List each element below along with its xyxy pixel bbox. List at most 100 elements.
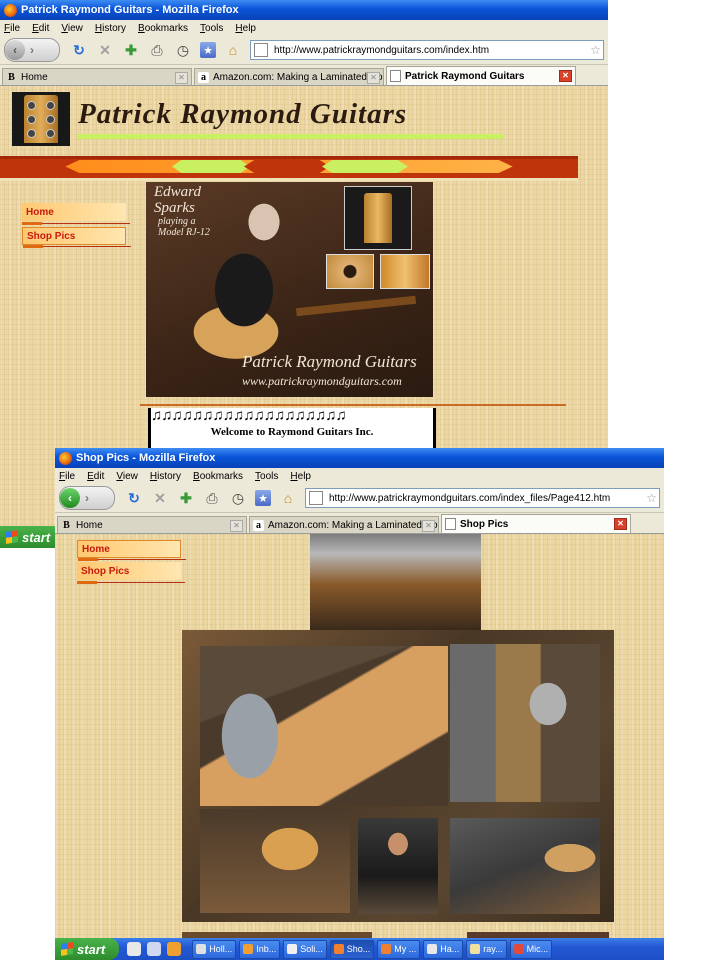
menu-view[interactable]: View — [116, 471, 138, 482]
tab-close-icon[interactable]: ✕ — [367, 72, 380, 84]
menu-file[interactable]: File — [59, 471, 75, 482]
tab-favicon: B — [8, 71, 15, 83]
browser-window-front: Shop Pics - Mozilla Firefox File Edit Vi… — [55, 448, 664, 960]
amazon-icon: a — [198, 71, 209, 83]
start-button[interactable]: start — [0, 526, 55, 548]
soundhole-inset-photo — [326, 254, 374, 289]
start-label: start — [22, 529, 51, 545]
title-bar[interactable]: Patrick Raymond Guitars - Mozilla Firefo… — [0, 0, 608, 20]
add-bookmark-icon[interactable]: ✚ — [177, 489, 195, 507]
address-bar[interactable]: http://www.patrickraymondguitars.com/ind… — [250, 40, 604, 60]
photo-brand-text: Patrick Raymond Guitars — [242, 352, 417, 371]
quick-launch-ie-icon[interactable] — [127, 942, 142, 956]
home-icon[interactable]: ⌂ — [224, 41, 242, 59]
nav-home-button[interactable]: Home — [77, 540, 186, 561]
decorative-band — [0, 156, 578, 181]
task-label: ray... — [483, 944, 503, 954]
task-label: Inb... — [256, 944, 277, 954]
reload-icon[interactable]: ↻ — [70, 41, 88, 59]
print-icon[interactable]: ⎙ — [203, 489, 221, 507]
task-label: My ... — [394, 944, 417, 954]
menu-tools[interactable]: Tools — [200, 23, 223, 34]
page-icon — [445, 518, 456, 530]
nav-home-button[interactable]: Home — [22, 203, 130, 225]
menu-bookmarks[interactable]: Bookmarks — [193, 471, 243, 482]
tab-close-icon[interactable]: ✕ — [175, 72, 188, 84]
taskbar-back: start — [0, 526, 55, 548]
taskbar-task[interactable]: Holl... — [192, 939, 237, 959]
tab-home[interactable]: B Home ✕ — [2, 68, 192, 85]
photo-caption-line4: Model RJ-12 — [158, 227, 210, 238]
window-title: Shop Pics - Mozilla Firefox — [76, 452, 216, 464]
forward-icon[interactable]: › — [85, 491, 89, 505]
tab-close-icon[interactable]: ✕ — [559, 70, 572, 82]
quick-launch-firefox-icon[interactable] — [167, 942, 182, 956]
back-icon[interactable]: ‹ — [5, 40, 25, 60]
star-icon[interactable]: ☆ — [590, 43, 603, 57]
page-icon — [390, 70, 401, 82]
window-title: Patrick Raymond Guitars - Mozilla Firefo… — [21, 4, 239, 16]
tab-home[interactable]: B Home ✕ — [57, 516, 247, 533]
bookmarks-icon[interactable]: ★ — [200, 42, 216, 58]
taskbar-task[interactable]: Inb... — [239, 939, 281, 959]
tab-bar: B Home ✕ a Amazon.com: Making a Laminate… — [0, 65, 608, 86]
menu-history[interactable]: History — [150, 471, 181, 482]
music-notes-border: ♫♫♫♫♫♫♫♫♫♫♫♫♫♫♫♫♫♫♫ — [151, 408, 347, 424]
menu-history[interactable]: History — [95, 23, 126, 34]
tab-label: Home — [21, 71, 48, 83]
tab-patrick-raymond-guitars[interactable]: Patrick Raymond Guitars ✕ — [386, 66, 576, 85]
history-icon[interactable]: ◷ — [229, 489, 247, 507]
reload-icon[interactable]: ↻ — [125, 489, 143, 507]
quick-launch-search-icon[interactable] — [147, 942, 162, 956]
menu-edit[interactable]: Edit — [87, 471, 104, 482]
address-bar[interactable]: http://www.patrickraymondguitars.com/ind… — [305, 488, 660, 508]
print-icon[interactable]: ⎙ — [148, 41, 166, 59]
photo-caption-line2: Sparks — [154, 200, 195, 216]
taskbar-task[interactable]: Ha... — [423, 939, 464, 959]
stop-icon[interactable]: ✕ — [151, 489, 169, 507]
stop-icon[interactable]: ✕ — [96, 41, 114, 59]
nav-home-label: Home — [26, 206, 54, 218]
menu-help[interactable]: Help — [235, 23, 256, 34]
welcome-banner: ♫♫♫♫♫♫♫♫♫♫♫♫♫♫♫♫♫♫♫ Welcome to Raymond G… — [148, 408, 436, 448]
taskbar-task[interactable]: Soli... — [283, 939, 327, 959]
taskbar-task[interactable]: Mic... — [509, 939, 553, 959]
tab-close-icon[interactable]: ✕ — [422, 520, 435, 532]
bookmarks-icon[interactable]: ★ — [255, 490, 271, 506]
tab-close-icon[interactable]: ✕ — [614, 518, 627, 530]
star-icon[interactable]: ☆ — [646, 491, 659, 505]
task-label: Holl... — [209, 944, 233, 954]
task-label: Soli... — [300, 944, 323, 954]
menu-bookmarks[interactable]: Bookmarks — [138, 23, 188, 34]
bridge-inset-photo — [380, 254, 430, 289]
history-icon[interactable]: ◷ — [174, 41, 192, 59]
menu-view[interactable]: View — [61, 23, 83, 34]
taskbar-task[interactable]: My ... — [377, 939, 421, 959]
menu-help[interactable]: Help — [290, 471, 311, 482]
taskbar-task[interactable]: Sho... — [329, 939, 375, 959]
taskbar-task[interactable]: ray... — [466, 939, 507, 959]
tab-amazon[interactable]: a Amazon.com: Making a Laminated Hollo..… — [249, 516, 439, 533]
tab-shop-pics[interactable]: Shop Pics ✕ — [441, 514, 631, 533]
windows-flag-icon — [61, 942, 73, 956]
nav-shop-pics-button[interactable]: Shop Pics — [22, 227, 131, 248]
shop-photo-clamp — [200, 809, 350, 913]
tab-bar: B Home ✕ a Amazon.com: Making a Laminate… — [55, 513, 664, 534]
menu-tools[interactable]: Tools — [255, 471, 278, 482]
menu-file[interactable]: File — [4, 23, 20, 34]
back-icon[interactable]: ‹ — [60, 488, 80, 508]
firefox-icon — [4, 3, 17, 17]
nav-shop-pics-button[interactable]: Shop Pics — [77, 562, 185, 584]
home-icon[interactable]: ⌂ — [279, 489, 297, 507]
menu-edit[interactable]: Edit — [32, 23, 49, 34]
title-underline — [78, 134, 504, 139]
amazon-icon: a — [253, 519, 264, 531]
forward-icon[interactable]: › — [30, 43, 34, 57]
shop-photo-plane — [310, 534, 481, 630]
task-label: Mic... — [526, 944, 549, 954]
add-bookmark-icon[interactable]: ✚ — [122, 41, 140, 59]
tab-close-icon[interactable]: ✕ — [230, 520, 243, 532]
tab-amazon[interactable]: a Amazon.com: Making a Laminated Hollo..… — [194, 68, 384, 85]
title-bar[interactable]: Shop Pics - Mozilla Firefox — [55, 448, 664, 468]
start-button[interactable]: start — [55, 938, 120, 960]
